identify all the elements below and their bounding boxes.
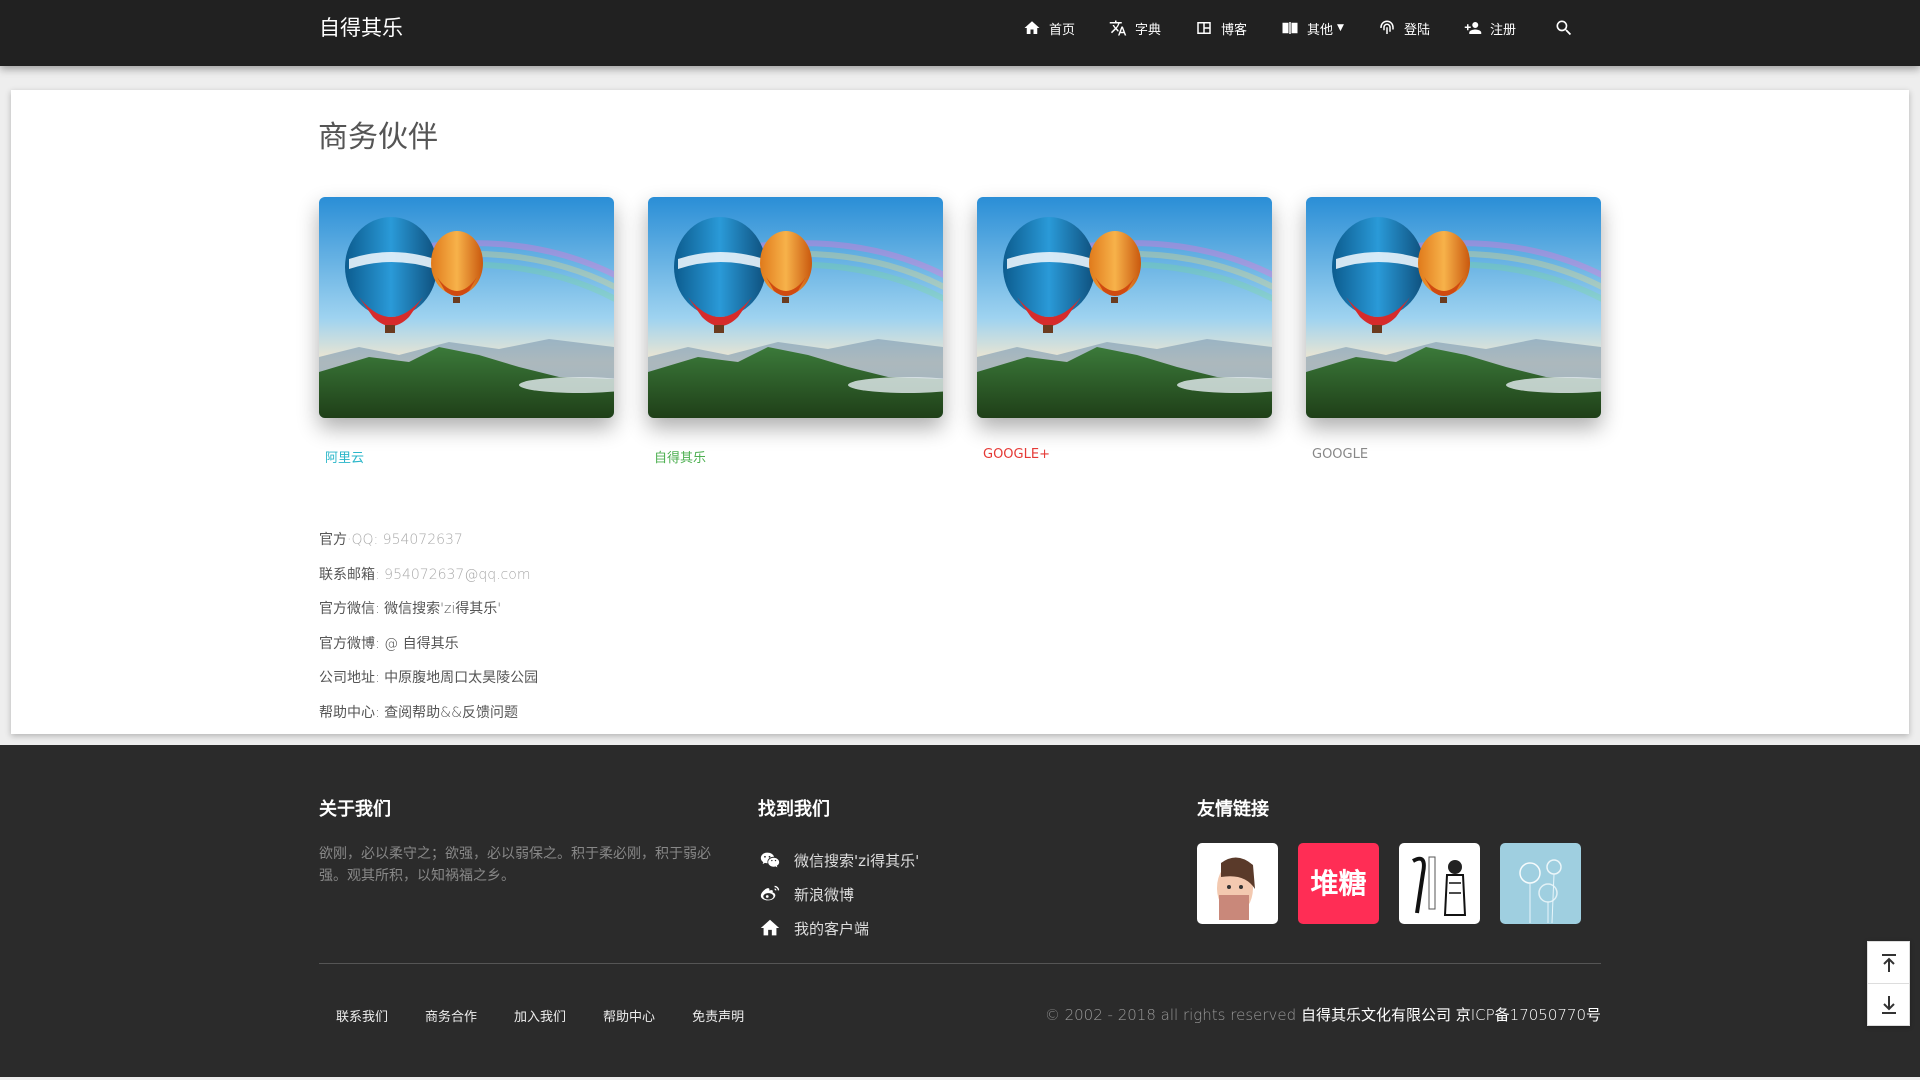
footer-link-disclaimer[interactable]: 免责声明	[692, 1006, 744, 1025]
footer-link-join[interactable]: 加入我们	[514, 1006, 566, 1025]
partner-name-link[interactable]: GOOGLE	[1312, 447, 1601, 462]
friend-link-ink-figure[interactable]	[1399, 843, 1480, 924]
partner-card: GOOGLE	[1306, 197, 1601, 462]
contact-help: 帮助中心: 查阅帮助&&反馈问题	[319, 703, 538, 738]
contact-info: 官方·QQ: 954072637 联系邮箱: 954072637@qq.com …	[319, 530, 538, 737]
nav-item-blog[interactable]: 博客	[1195, 0, 1247, 56]
footer-divider	[319, 963, 1601, 964]
contact-label: 公司地址	[319, 670, 375, 686]
find-weibo[interactable]: 新浪微博	[758, 877, 919, 911]
blog-grid-icon	[1197, 22, 1211, 34]
page-title: 商务伙伴	[318, 120, 438, 155]
contact-label: 联系邮箱	[319, 566, 375, 583]
content-card	[11, 90, 1909, 734]
partner-card: GOOGLE+	[977, 197, 1272, 462]
find-wechat[interactable]: 微信搜索'zi得其乐'	[758, 843, 919, 877]
find-label: 微信搜索'zi得其乐'	[794, 851, 920, 870]
wechat-icon	[760, 852, 780, 868]
scroll-controls	[1867, 941, 1910, 1026]
nav-item-label: 首页	[1048, 22, 1075, 38]
contact-label: 帮助中心	[319, 704, 375, 721]
brand-logo[interactable]: 自得其乐	[319, 14, 403, 42]
home-icon	[760, 919, 780, 936]
nav-item-home[interactable]: 首页	[1023, 0, 1075, 56]
footer-link-help[interactable]: 帮助中心	[603, 1006, 655, 1025]
partner-image[interactable]	[977, 197, 1272, 418]
nav-item-dictionary[interactable]: 字典	[1109, 0, 1161, 56]
nav-item-label: 其他	[1307, 22, 1334, 38]
contact-value: ·QQ: 954072637	[347, 532, 463, 548]
fingerprint-icon	[1380, 20, 1394, 34]
contact-value[interactable]: : 查阅帮助&&反馈问题	[375, 705, 518, 721]
nav-item-label: 字典	[1135, 22, 1162, 38]
search-button[interactable]	[1554, 0, 1574, 56]
partner-name-link[interactable]: 自得其乐	[654, 447, 943, 466]
weibo-icon	[760, 885, 780, 901]
partner-card: 自得其乐	[648, 197, 943, 466]
contact-address: 公司地址: 中原腹地周口太昊陵公园	[319, 668, 538, 703]
footer-link-business[interactable]: 商务合作	[425, 1006, 477, 1025]
friend-link-dandelion[interactable]	[1500, 843, 1581, 924]
footer-about: 关于我们 欲刚，必以柔守之；欲强，必以弱保之。积于柔必刚，积于弱必强。观其所积，…	[319, 795, 714, 887]
nav-item-register[interactable]: 注册	[1464, 0, 1516, 56]
chevron-down-icon: ▼	[1337, 23, 1344, 33]
contact-weibo: 官方微博: @ 自得其乐	[319, 634, 538, 669]
contact-value[interactable]: : @ 自得其乐	[375, 636, 459, 652]
contact-label: 官方微博	[319, 635, 375, 652]
duitang-logo-text: 堆糖	[1310, 867, 1366, 900]
copyright-company: 自得其乐文化有限公司 京ICP备17050770号	[1300, 1006, 1601, 1024]
nav-item-label: 注册	[1489, 22, 1516, 38]
scroll-to-bottom-button[interactable]	[1868, 984, 1909, 1025]
translate-icon	[1109, 20, 1127, 36]
footer-find-title: 找到我们	[758, 799, 830, 820]
book-icon	[1282, 22, 1298, 34]
friend-link-duitang[interactable]: 堆糖	[1298, 843, 1379, 924]
contact-value[interactable]: : 954072637@qq.com	[375, 567, 530, 583]
nav-item-login[interactable]: 登陆	[1378, 0, 1430, 56]
friend-link-cartoon[interactable]	[1197, 843, 1278, 924]
nav-item-label: 登陆	[1403, 22, 1430, 38]
top-navbar: 自得其乐 首页 字典 博客 其他 ▼ 登陆 注册	[0, 0, 1920, 66]
footer-links-title: 友情链接	[1197, 799, 1269, 820]
contact-qq: 官方·QQ: 954072637	[319, 530, 538, 565]
copyright-prefix: © 2002 - 2018 all rights reserved	[1044, 1006, 1301, 1024]
footer-link-contact[interactable]: 联系我们	[336, 1006, 388, 1025]
nav-menu: 首页 字典 博客 其他 ▼ 登陆 注册	[989, 0, 1574, 56]
contact-value: : 中原腹地周口太昊陵公园	[375, 670, 539, 686]
home-icon	[1024, 21, 1040, 34]
copyright: © 2002 - 2018 all rights reserved 自得其乐文化…	[1045, 1004, 1601, 1025]
find-client[interactable]: 我的客户端	[758, 911, 919, 945]
partner-image[interactable]	[1306, 197, 1601, 418]
friend-links-row: 堆糖	[1197, 843, 1601, 924]
partner-image[interactable]	[648, 197, 943, 418]
contact-label: 官方微信	[319, 601, 375, 617]
contact-wechat: 官方微信: 微信搜索'zi得其乐'	[319, 599, 538, 634]
partner-name-link[interactable]: GOOGLE+	[983, 447, 1272, 462]
contact-email: 联系邮箱: 954072637@qq.com	[319, 565, 538, 600]
footer-about-text: 欲刚，必以柔守之；欲强，必以弱保之。积于柔必刚，积于弱必强。观其所积，以知祸福之…	[319, 846, 711, 884]
nav-item-label: 博客	[1221, 22, 1248, 38]
footer-about-title: 关于我们	[319, 799, 391, 820]
contact-value: : 微信搜索'zi得其乐'	[375, 601, 502, 617]
find-label: 新浪微博	[794, 885, 855, 904]
search-icon	[1556, 20, 1572, 36]
person-add-icon	[1464, 22, 1482, 34]
footer: 关于我们 欲刚，必以柔守之；欲强，必以弱保之。积于柔必刚，积于弱必强。观其所积，…	[0, 745, 1920, 1080]
arrow-to-top-icon	[1881, 953, 1896, 972]
footer-friend-links: 友情链接 堆糖	[1197, 795, 1601, 924]
footer-bottom-nav: 联系我们 商务合作 加入我们 帮助中心 免责声明	[336, 1006, 781, 1025]
arrow-to-bottom-icon	[1881, 995, 1896, 1014]
partner-name-link[interactable]: 阿里云	[325, 447, 614, 466]
nav-item-other-dropdown[interactable]: 其他 ▼	[1281, 0, 1344, 56]
scroll-to-top-button[interactable]	[1868, 942, 1909, 983]
partner-image[interactable]	[319, 197, 614, 418]
partner-card: 阿里云	[319, 197, 614, 466]
contact-label: 官方	[319, 532, 347, 548]
find-label: 我的客户端	[794, 919, 870, 938]
footer-find-us: 找到我们 微信搜索'zi得其乐' 新浪微博 我的客户端	[758, 795, 919, 945]
